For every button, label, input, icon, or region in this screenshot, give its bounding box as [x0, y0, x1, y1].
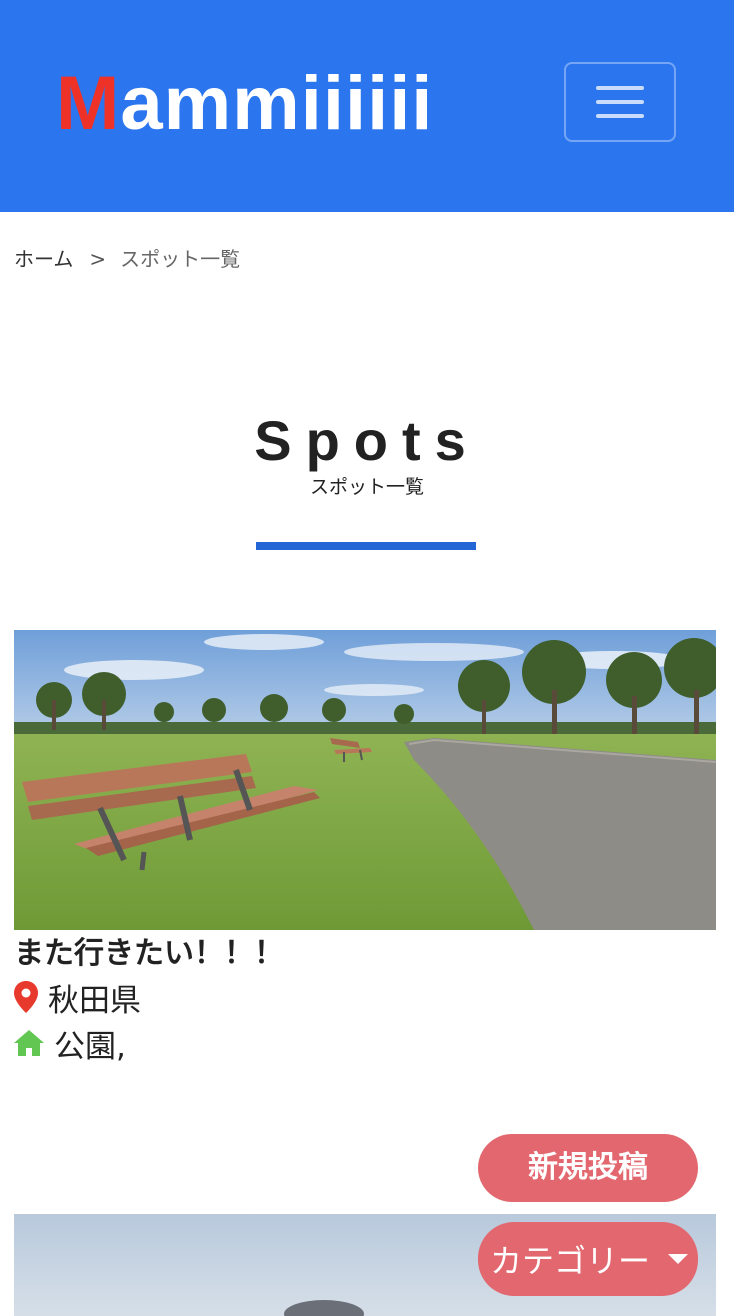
menu-toggle-button[interactable]: [564, 62, 676, 142]
spot-prefecture-text: 秋田県: [48, 982, 141, 1019]
logo-initial: M: [56, 61, 121, 146]
hamburger-icon-line: [596, 114, 644, 118]
category-label: カテゴリー: [490, 1242, 651, 1280]
breadcrumb-separator: >: [89, 247, 107, 271]
breadcrumb: ホーム > スポット一覧: [14, 244, 240, 274]
spot-prefecture: 秋田県: [14, 974, 716, 1020]
hamburger-icon: [596, 86, 644, 90]
spot-card[interactable]: また行きたい！！！ 秋田県 公園,: [14, 630, 716, 1066]
page-subtitle: スポット一覧: [309, 476, 424, 498]
title-divider: [256, 542, 476, 550]
spot-photo[interactable]: [14, 630, 716, 930]
hamburger-icon-line: [596, 100, 644, 104]
site-logo[interactable]: Mammiiiiii: [56, 64, 433, 144]
spot-category-text: 公園,: [54, 1028, 126, 1065]
spot-category: 公園,: [14, 1020, 716, 1066]
logo-text: ammiiiiii: [120, 61, 434, 146]
map-pin-icon: [14, 981, 38, 1013]
spot-title[interactable]: また行きたい！！！: [14, 934, 716, 974]
page-title: Spots: [254, 409, 480, 472]
breadcrumb-current: スポット一覧: [120, 247, 241, 271]
new-post-button[interactable]: 新規投稿: [478, 1134, 698, 1202]
category-dropdown-button[interactable]: カテゴリー: [478, 1222, 698, 1296]
home-icon: [14, 1030, 44, 1056]
breadcrumb-home-link[interactable]: ホーム: [14, 247, 73, 271]
site-header: Mammiiiiii: [0, 0, 734, 212]
caret-down-icon: [668, 1254, 689, 1264]
